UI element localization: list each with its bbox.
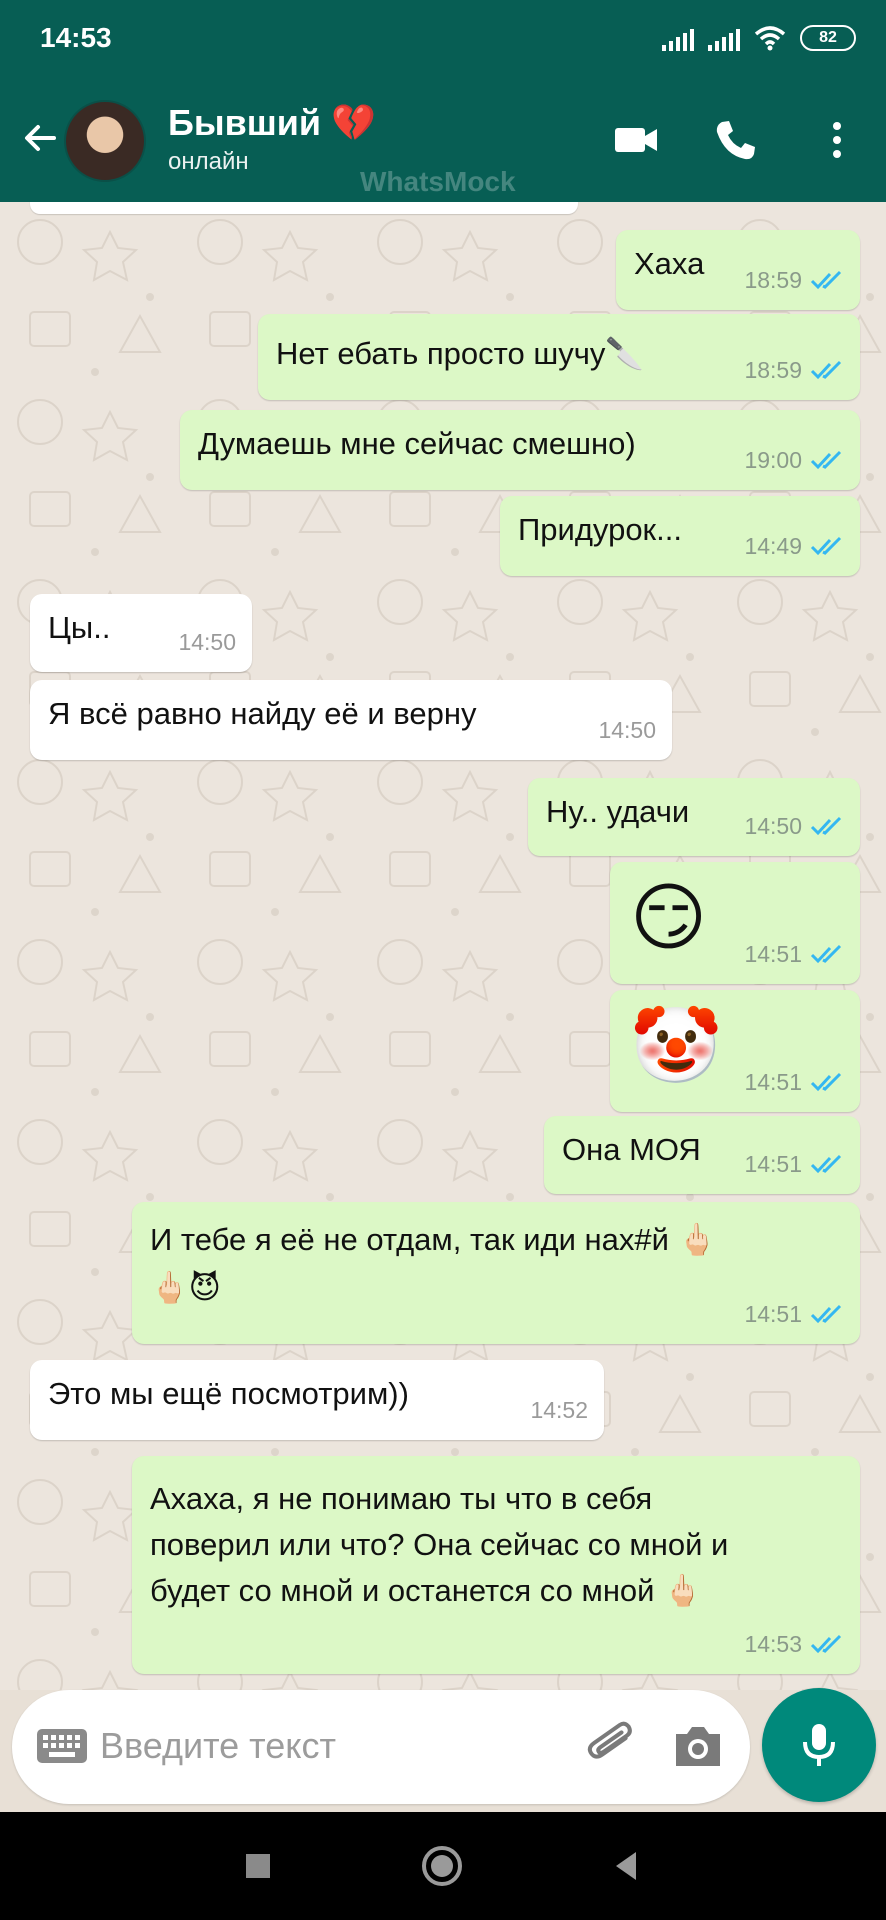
message-incoming[interactable]: Я всё равно найду её и верну 14:50	[30, 680, 672, 760]
message-time: 14:50	[598, 717, 656, 743]
message-emoji: 🤡	[630, 1003, 723, 1089]
read-ticks-icon	[810, 816, 842, 836]
battery-indicator: 82	[800, 25, 856, 51]
mic-button[interactable]	[762, 1688, 876, 1802]
message-outgoing[interactable]: Придурок... 14:49	[500, 496, 860, 576]
recents-icon[interactable]	[234, 1842, 282, 1890]
message-incoming[interactable]: Это мы ещё посмотрим)) 14:52	[30, 1360, 604, 1440]
more-vert-icon[interactable]	[820, 116, 854, 164]
signal-icon	[662, 25, 694, 51]
read-ticks-icon	[810, 1634, 842, 1654]
read-ticks-icon	[810, 536, 842, 556]
message-time: 18:59	[744, 357, 802, 383]
message-input[interactable]	[100, 1724, 480, 1768]
camera-icon[interactable]	[672, 1722, 724, 1770]
chat-header: Бывший 💔 онлайн WhatsMock	[0, 78, 886, 202]
message-incoming[interactable]: Цы.. 14:50	[30, 594, 252, 672]
message-time: 14:50	[744, 813, 802, 839]
read-ticks-icon	[810, 1304, 842, 1324]
message-outgoing[interactable]: Ну.. удачи 14:50	[528, 778, 860, 856]
watermark: WhatsMock	[360, 166, 516, 197]
message-text: Ахаха, я не понимаю ты что в себя повери…	[150, 1481, 729, 1608]
message-outgoing-emoji[interactable]: 🤡 14:51	[610, 990, 860, 1112]
contact-name[interactable]: Бывший 💔	[168, 102, 376, 144]
avatar[interactable]	[64, 100, 146, 182]
message-time: 14:49	[744, 533, 802, 559]
message-outgoing[interactable]: Нет ебать просто шучу🔪 18:59	[258, 314, 860, 400]
message-time: 14:53	[744, 1631, 802, 1657]
message-time: 14:51	[744, 1069, 802, 1095]
wifi-icon	[754, 26, 786, 51]
read-ticks-icon	[810, 450, 842, 470]
phone-icon[interactable]	[712, 116, 760, 164]
system-nav-bar	[0, 1812, 886, 1920]
signal-icon-2	[708, 25, 740, 51]
mic-icon	[803, 1724, 835, 1766]
message-emoji: 😏	[630, 875, 708, 961]
read-ticks-icon	[810, 270, 842, 290]
message-time: 14:51	[744, 941, 802, 967]
video-call-icon[interactable]	[612, 116, 660, 164]
message-outgoing[interactable]: Она МОЯ 14:51	[544, 1116, 860, 1194]
status-bar: 14:53 82	[0, 0, 886, 78]
partial-message	[30, 202, 578, 214]
message-time: 14:51	[744, 1301, 802, 1327]
status-icons: 82	[662, 22, 856, 54]
read-ticks-icon	[810, 944, 842, 964]
message-text: Это мы ещё посмотрим))	[48, 1376, 409, 1411]
message-outgoing[interactable]: Думаешь мне сейчас смешно) 19:00	[180, 410, 860, 490]
chat-area[interactable]: Хаха 18:59 Нет ебать просто шучу🔪 18:59 …	[0, 202, 886, 1690]
message-time: 19:00	[744, 447, 802, 473]
message-composer	[12, 1690, 750, 1804]
message-outgoing[interactable]: И тебе я её не отдам, так иди нах#й 🖕🏻 🖕…	[132, 1202, 860, 1344]
status-time: 14:53	[40, 22, 112, 53]
message-time: 18:59	[744, 267, 802, 293]
message-time: 14:50	[178, 629, 236, 655]
attach-icon[interactable]	[584, 1718, 640, 1774]
contact-status: онлайн	[168, 148, 249, 175]
nav-back-icon[interactable]	[602, 1842, 650, 1890]
read-ticks-icon	[810, 1072, 842, 1092]
read-ticks-icon	[810, 1154, 842, 1174]
keyboard-icon[interactable]	[36, 1728, 88, 1764]
back-arrow-icon[interactable]	[18, 116, 62, 160]
message-outgoing-emoji[interactable]: 😏 14:51	[610, 862, 860, 984]
message-text: Я всё равно найду её и верну	[48, 696, 477, 731]
message-time: 14:51	[744, 1151, 802, 1177]
message-outgoing[interactable]: Ахаха, я не понимаю ты что в себя повери…	[132, 1456, 860, 1674]
message-text: И тебе я её не отдам, так иди нах#й 🖕🏻 🖕…	[150, 1222, 717, 1305]
message-time: 14:52	[530, 1397, 588, 1423]
home-icon[interactable]	[418, 1842, 466, 1890]
message-outgoing[interactable]: Хаха 18:59	[616, 230, 860, 310]
read-ticks-icon	[810, 360, 842, 380]
